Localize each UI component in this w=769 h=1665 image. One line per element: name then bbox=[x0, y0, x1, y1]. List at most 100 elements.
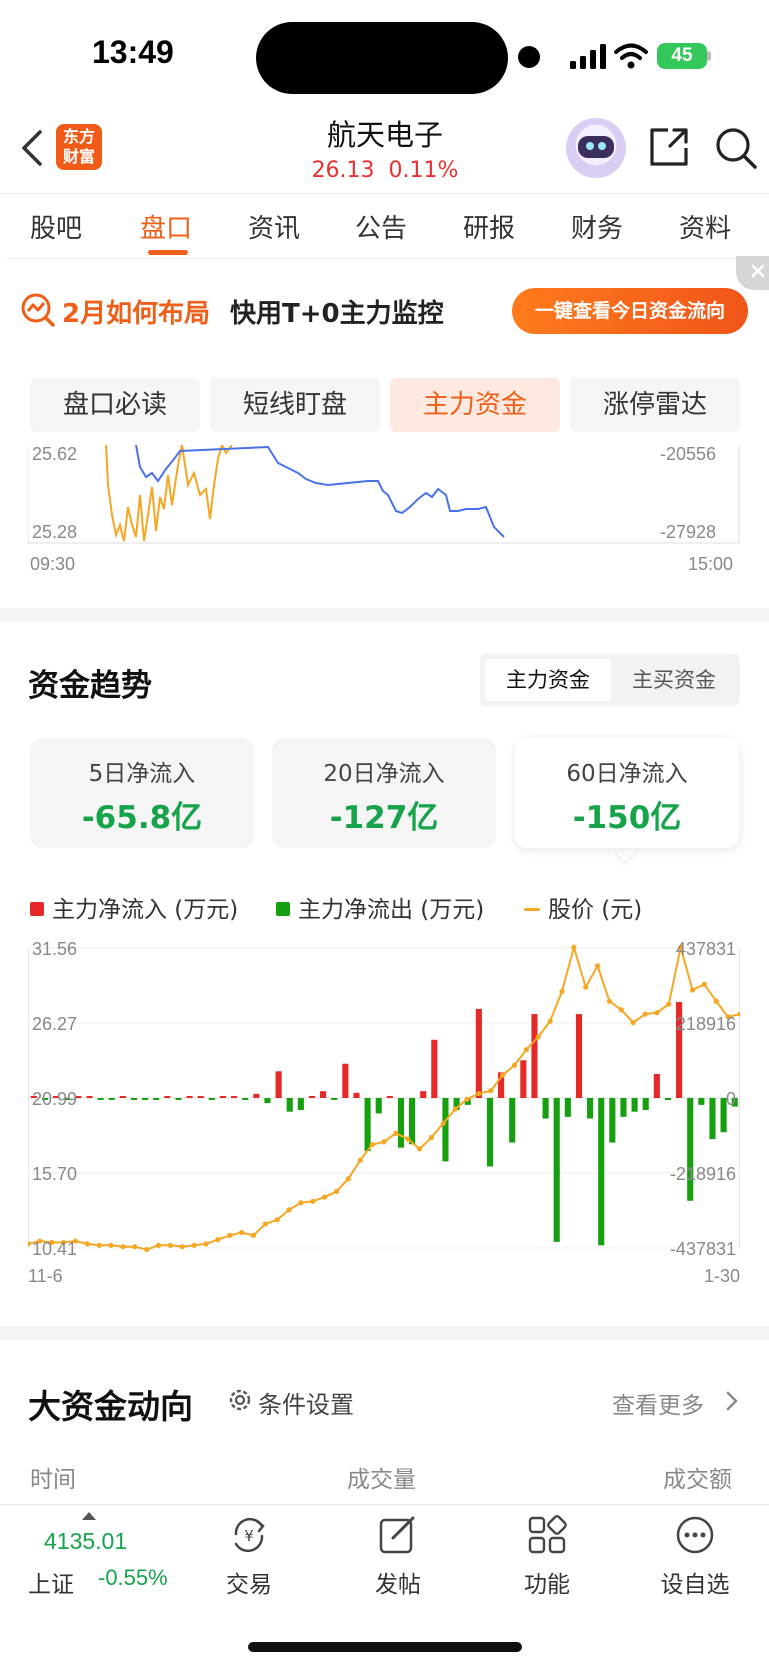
price-point bbox=[535, 1034, 541, 1040]
outflow-bar bbox=[698, 1098, 705, 1105]
intraday-right-tick: -20556 bbox=[660, 444, 717, 464]
tab-announcements[interactable]: 公告 bbox=[355, 208, 407, 245]
card-value: -65.8亿 bbox=[81, 800, 203, 836]
outflow-bar bbox=[264, 1098, 271, 1104]
nav-functions[interactable]: 功能 bbox=[497, 1565, 597, 1599]
robot-eye bbox=[598, 142, 606, 150]
subtab-short-term[interactable]: 短线盯盘 bbox=[210, 378, 380, 432]
inflow-bar bbox=[219, 1096, 227, 1098]
card-60day[interactable]: 60日净流入 -150亿 bbox=[515, 738, 739, 848]
eastmoney-logo[interactable]: 东方财富 bbox=[56, 124, 102, 170]
price-point bbox=[132, 1244, 138, 1250]
tab-guba[interactable]: 股吧 bbox=[30, 208, 82, 245]
grid-apps-icon[interactable] bbox=[526, 1514, 568, 1556]
outflow-bar bbox=[709, 1098, 716, 1140]
banner-title: 2月如何布局 bbox=[62, 299, 211, 329]
intraday-price-line bbox=[105, 445, 233, 542]
tab-finance[interactable]: 财务 bbox=[571, 208, 623, 245]
battery-tip bbox=[707, 51, 711, 61]
legend-swatch bbox=[524, 908, 540, 911]
inflow-bar bbox=[86, 1096, 93, 1098]
nav-trade[interactable]: 交易 bbox=[199, 1565, 299, 1599]
tab-research[interactable]: 研报 bbox=[463, 208, 515, 245]
outflow-bar bbox=[509, 1098, 516, 1143]
divider bbox=[0, 193, 769, 194]
price-point bbox=[179, 1244, 185, 1250]
yen-exchange-icon[interactable]: ¥ bbox=[228, 1514, 270, 1556]
tab-pankou[interactable]: 盘口 bbox=[140, 208, 192, 245]
svg-text:¥: ¥ bbox=[244, 1527, 254, 1545]
outflow-bar bbox=[486, 1098, 494, 1167]
edit-post-icon[interactable] bbox=[377, 1514, 419, 1556]
axis-ticks: 31.56 26.27 20.99 15.70 10.41 437831 218916 0 -2… bbox=[28, 940, 740, 1286]
view-fund-flow-button[interactable]: 一键查看今日资金流向 bbox=[512, 288, 748, 334]
index-value[interactable]: 4135.01 bbox=[44, 1528, 127, 1555]
stock-change-pct: 0.11% bbox=[388, 158, 459, 183]
nav-add-watchlist[interactable]: 设自选 bbox=[645, 1565, 745, 1599]
outflow-bar bbox=[142, 1098, 149, 1100]
outflow-bar bbox=[331, 1098, 338, 1100]
inflow-bar bbox=[420, 1091, 427, 1098]
tab-news[interactable]: 资讯 bbox=[248, 208, 300, 245]
view-more-link[interactable]: 查看更多 bbox=[612, 1386, 704, 1420]
price-point bbox=[322, 1194, 328, 1200]
price-point bbox=[630, 1020, 636, 1026]
price-point bbox=[167, 1242, 173, 1248]
price-point bbox=[583, 984, 589, 990]
outflow-bar bbox=[364, 1098, 371, 1152]
intraday-time-end: 15:00 bbox=[688, 554, 734, 574]
status-time: 13:49 bbox=[92, 34, 174, 70]
outflow-bar bbox=[664, 1098, 672, 1100]
price-point bbox=[381, 1139, 387, 1145]
inflow-bar bbox=[231, 1096, 238, 1098]
gear-icon[interactable] bbox=[226, 1386, 254, 1414]
chevron-right-icon[interactable] bbox=[722, 1388, 742, 1414]
toggle-main-fund[interactable]: 主力资金 bbox=[485, 659, 611, 701]
outflow-bar bbox=[542, 1098, 549, 1119]
price-point bbox=[701, 981, 708, 987]
condition-settings-link[interactable]: 条件设置 bbox=[258, 1385, 354, 1420]
subtab-limit-up-radar[interactable]: 涨停雷达 bbox=[570, 378, 740, 432]
inflow-bar bbox=[275, 1071, 282, 1098]
price-axis-tick: 10.41 bbox=[32, 1239, 77, 1259]
divider bbox=[6, 258, 769, 259]
back-arrow-icon[interactable] bbox=[18, 128, 48, 168]
card-5day[interactable]: 5日净流入 -65.8亿 bbox=[30, 738, 254, 848]
subtab-main-fund[interactable]: 主力资金 bbox=[390, 378, 560, 432]
subtab-must-read[interactable]: 盘口必读 bbox=[30, 378, 200, 432]
inflow-bar bbox=[320, 1091, 327, 1098]
share-icon[interactable] bbox=[648, 126, 690, 168]
outflow-bar bbox=[297, 1098, 304, 1110]
price-point bbox=[155, 1242, 162, 1248]
intraday-fund-chart bbox=[28, 445, 740, 544]
card-label: 5日净流入 bbox=[88, 761, 196, 787]
search-icon[interactable] bbox=[714, 126, 758, 170]
home-indicator bbox=[248, 1642, 522, 1652]
robot-eye bbox=[586, 142, 594, 150]
price-point bbox=[250, 1232, 257, 1238]
inflow-bar bbox=[119, 1096, 126, 1098]
more-dots-icon[interactable] bbox=[674, 1514, 716, 1556]
outflow-bar bbox=[97, 1098, 104, 1100]
inflow-bar bbox=[531, 1014, 538, 1098]
price-point bbox=[96, 1242, 102, 1248]
toggle-active-buy[interactable]: 主买资金 bbox=[611, 659, 737, 701]
price-axis-tick: 26.27 bbox=[32, 1014, 77, 1034]
banner-close-button[interactable] bbox=[736, 256, 769, 290]
outflow-bar bbox=[130, 1098, 138, 1100]
legend-label: 主力净流出 (万元) bbox=[298, 897, 485, 923]
price-point bbox=[333, 1188, 340, 1195]
card-20day[interactable]: 20日净流入 -127亿 bbox=[272, 738, 496, 848]
big-capital-title: 大资金动向 bbox=[28, 1387, 193, 1426]
price-point bbox=[144, 1246, 150, 1253]
nav-post[interactable]: 发帖 bbox=[348, 1565, 448, 1599]
flow-bars bbox=[30, 1002, 738, 1246]
index-name[interactable]: 上证 bbox=[28, 1565, 74, 1599]
price-point bbox=[191, 1242, 197, 1248]
index-change[interactable]: -0.55% bbox=[98, 1565, 168, 1591]
tab-profile[interactable]: 资料 bbox=[679, 208, 731, 245]
index-expand-caret-icon[interactable] bbox=[82, 1512, 96, 1520]
robot-visor bbox=[578, 136, 614, 158]
outflow-bar bbox=[175, 1098, 182, 1100]
price-point bbox=[108, 1242, 114, 1248]
